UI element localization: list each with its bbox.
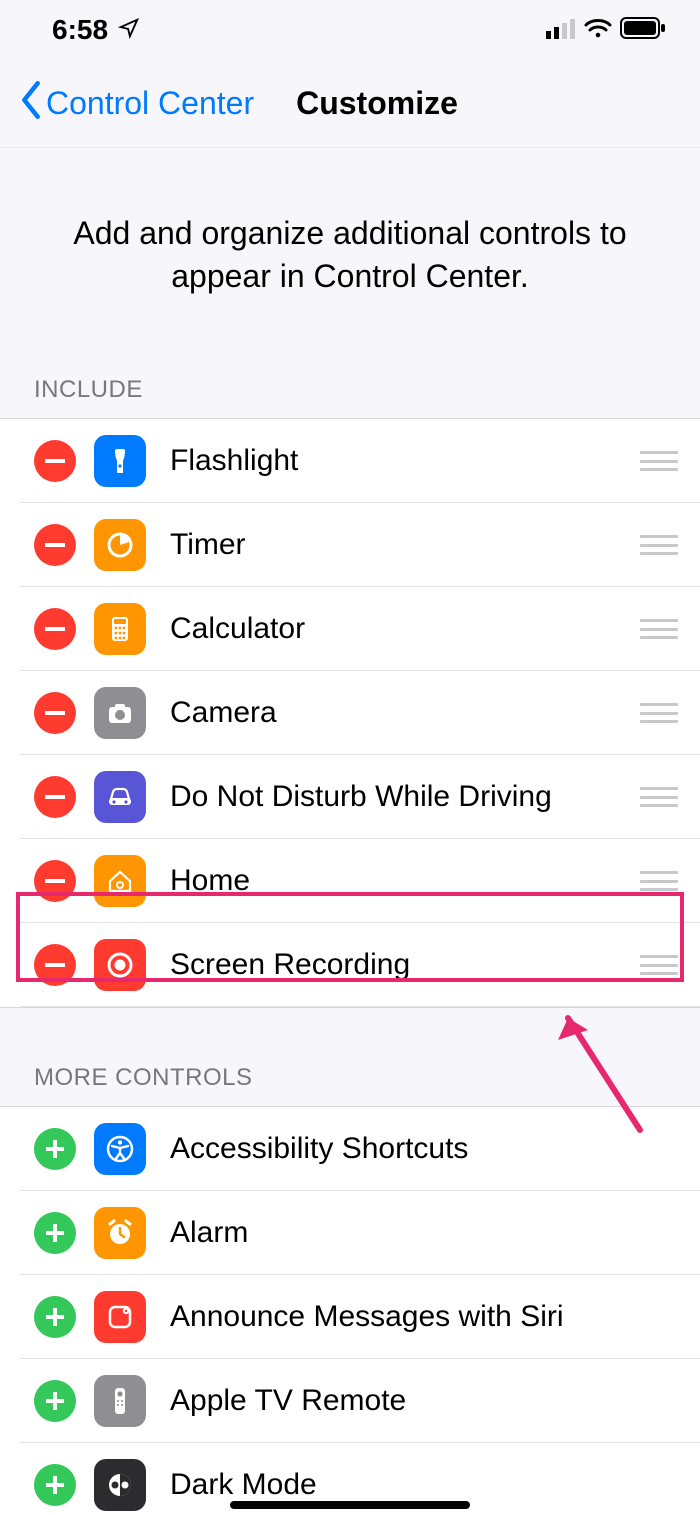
include-row-car: Do Not Disturb While Driving: [0, 755, 700, 839]
remove-button[interactable]: [34, 608, 76, 650]
add-button[interactable]: [34, 1212, 76, 1254]
drag-handle-icon[interactable]: [640, 619, 678, 639]
row-label: Announce Messages with Siri: [170, 1300, 678, 1334]
row-label: Apple TV Remote: [170, 1384, 678, 1418]
row-label: Alarm: [170, 1216, 678, 1250]
remove-button[interactable]: [34, 440, 76, 482]
remove-button[interactable]: [34, 944, 76, 986]
include-list: Flashlight Timer Calculator Camera Do Not Di…: [0, 418, 700, 1008]
row-label: Camera: [170, 696, 640, 730]
drag-handle-icon[interactable]: [640, 955, 678, 975]
section-header-more: MORE CONTROLS: [0, 1050, 700, 1106]
more-row-accessibility: Accessibility Shortcuts: [0, 1107, 700, 1191]
include-row-home: Home: [0, 839, 700, 923]
add-button[interactable]: [34, 1296, 76, 1338]
flashlight-icon: [94, 435, 146, 487]
more-row-alarm: Alarm: [0, 1191, 700, 1275]
add-button[interactable]: [34, 1128, 76, 1170]
remote-icon: [94, 1375, 146, 1427]
row-label: Accessibility Shortcuts: [170, 1132, 678, 1166]
battery-icon: [620, 14, 666, 46]
more-row-siri: Announce Messages with Siri: [0, 1275, 700, 1359]
drag-handle-icon[interactable]: [640, 787, 678, 807]
row-label: Screen Recording: [170, 948, 640, 982]
add-button[interactable]: [34, 1380, 76, 1422]
row-label: Timer: [170, 528, 640, 562]
row-label: Flashlight: [170, 444, 640, 478]
drag-handle-icon[interactable]: [640, 451, 678, 471]
timer-icon: [94, 519, 146, 571]
include-row-calculator: Calculator: [0, 587, 700, 671]
remove-button[interactable]: [34, 860, 76, 902]
darkmode-icon: [94, 1459, 146, 1511]
home-icon: [94, 855, 146, 907]
siri-icon: [94, 1291, 146, 1343]
drag-handle-icon[interactable]: [640, 871, 678, 891]
nav-bar: Control Center Customize: [0, 60, 700, 148]
section-header-include: INCLUDE: [0, 362, 700, 418]
status-bar: 6:58: [0, 0, 700, 60]
location-icon: [118, 14, 140, 46]
calculator-icon: [94, 603, 146, 655]
cellular-signal-icon: [546, 14, 576, 46]
chevron-left-icon: [20, 81, 42, 127]
row-label: Calculator: [170, 612, 640, 646]
more-row-remote: Apple TV Remote: [0, 1359, 700, 1443]
include-row-timer: Timer: [0, 503, 700, 587]
home-indicator: [230, 1501, 470, 1509]
include-row-record: Screen Recording: [0, 923, 700, 1007]
add-button[interactable]: [34, 1464, 76, 1506]
back-button[interactable]: Control Center: [20, 81, 254, 127]
status-time: 6:58: [52, 14, 108, 46]
row-label: Home: [170, 864, 640, 898]
drag-handle-icon[interactable]: [640, 535, 678, 555]
accessibility-icon: [94, 1123, 146, 1175]
row-label: Dark Mode: [170, 1468, 678, 1502]
alarm-icon: [94, 1207, 146, 1259]
camera-icon: [94, 687, 146, 739]
page-description: Add and organize additional controls to …: [0, 148, 700, 362]
include-row-flashlight: Flashlight: [0, 419, 700, 503]
wifi-icon: [584, 14, 612, 46]
more-controls-list: Accessibility Shortcuts Alarm Announce Mes…: [0, 1106, 700, 1515]
remove-button[interactable]: [34, 776, 76, 818]
page-title: Customize: [296, 85, 458, 122]
record-icon: [94, 939, 146, 991]
remove-button[interactable]: [34, 524, 76, 566]
include-row-camera: Camera: [0, 671, 700, 755]
row-label: Do Not Disturb While Driving: [170, 780, 640, 814]
remove-button[interactable]: [34, 692, 76, 734]
drag-handle-icon[interactable]: [640, 703, 678, 723]
back-label: Control Center: [46, 85, 254, 122]
car-icon: [94, 771, 146, 823]
